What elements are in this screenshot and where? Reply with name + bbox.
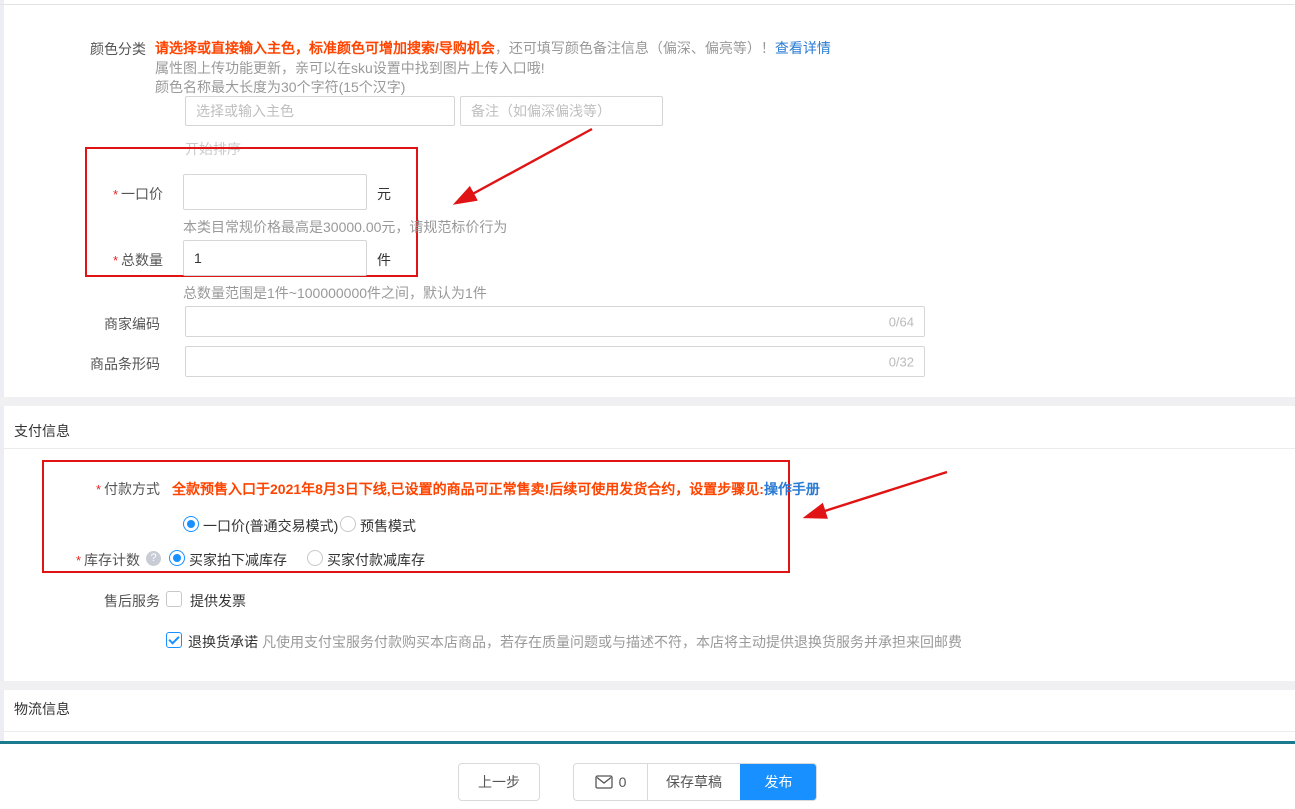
- invoice-checkbox-label[interactable]: 提供发票: [190, 591, 246, 611]
- color-class-notice: 请选择或直接输入主色，标准颜色可增加搜索/导购机会，还可填写颜色备注信息（偏深、…: [155, 38, 831, 58]
- barcode-label: 商品条形码: [40, 354, 160, 374]
- char-counter: 0/32: [889, 354, 914, 369]
- quantity-unit: 件: [377, 250, 391, 270]
- payment-section-title: 支付信息: [14, 421, 70, 441]
- draft-count: 0: [619, 774, 627, 790]
- pay-method-label: *付款方式: [55, 479, 160, 499]
- return-promise-label[interactable]: 退换货承诺: [188, 632, 258, 652]
- sort-hint-text: 开始排序: [185, 139, 241, 159]
- help-icon[interactable]: ?: [146, 551, 161, 566]
- merchant-code-label: 商家编码: [40, 314, 160, 334]
- footer-teal-divider: [0, 741, 1295, 744]
- merchant-code-field: 0/64: [185, 306, 925, 337]
- return-promise-desc: 凡使用支付宝服务付款购买本店商品，若存在质量问题或与描述不符，本店将主动提供退换…: [262, 632, 962, 652]
- after-sale-label: 售后服务: [60, 591, 160, 611]
- color-notice-highlight: 请选择或直接输入主色，标准颜色可增加搜索/导购机会: [155, 40, 495, 56]
- presale-notice: 全款预售入口于2021年8月3日下线,已设置的商品可正常售卖!后续可使用发货合约…: [172, 479, 820, 499]
- quantity-label: *总数量: [58, 250, 163, 270]
- annotation-arrow-payment: [806, 472, 947, 517]
- barcode-field: 0/32: [185, 346, 925, 377]
- product-publish-page: 颜色分类 请选择或直接输入主色，标准颜色可增加搜索/导购机会，还可填写颜色备注信…: [0, 0, 1295, 809]
- required-asterisk: *: [113, 187, 118, 202]
- radio-presale-mode-label[interactable]: 预售模式: [360, 516, 416, 536]
- merchant-code-input[interactable]: [186, 307, 924, 336]
- color-length-tip: 颜色名称最大长度为30个字符(15个汉字): [155, 77, 405, 97]
- radio-fixed-price[interactable]: [183, 516, 199, 532]
- view-details-link[interactable]: 查看详情: [775, 40, 831, 56]
- radio-stock-on-order[interactable]: [169, 550, 185, 566]
- manual-link[interactable]: 操作手册: [764, 481, 820, 497]
- price-input[interactable]: [183, 174, 367, 210]
- char-counter: 0/64: [889, 314, 914, 329]
- radio-stock-on-payment-label[interactable]: 买家付款减库存: [327, 550, 425, 570]
- quantity-help-text: 总数量范围是1件~100000000件之间，默认为1件: [183, 283, 487, 303]
- main-color-input[interactable]: [185, 96, 455, 126]
- required-asterisk: *: [76, 553, 81, 568]
- envelope-icon: [595, 775, 613, 789]
- presale-notice-text: 全款预售入口于2021年8月3日下线,已设置的商品可正常售卖!后续可使用发货合约…: [172, 481, 764, 497]
- color-notice-rest: ，还可填写颜色备注信息（偏深、偏亮等）！: [495, 40, 775, 56]
- logistics-section-title: 物流信息: [14, 699, 70, 719]
- top-divider: [0, 4, 1295, 5]
- section-divider: [0, 731, 1295, 732]
- annotation-arrow-price: [456, 129, 592, 203]
- section-gap: [0, 397, 1295, 406]
- publish-button[interactable]: 发布: [740, 764, 816, 800]
- price-unit: 元: [377, 184, 391, 204]
- invoice-checkbox[interactable]: [166, 591, 182, 607]
- quantity-input[interactable]: [183, 240, 367, 276]
- draft-count-button[interactable]: 0: [574, 764, 647, 800]
- radio-stock-on-payment[interactable]: [307, 550, 323, 566]
- save-draft-button[interactable]: 保存草稿: [647, 764, 740, 800]
- publish-button-group: 0 保存草稿 发布: [573, 763, 817, 801]
- radio-stock-on-order-label[interactable]: 买家拍下减库存: [189, 550, 287, 570]
- left-page-edge: [0, 0, 4, 741]
- color-upload-tip: 属性图上传功能更新，亲可以在sku设置中找到图片上传入口哦!: [155, 58, 545, 78]
- stock-count-label: *库存计数: [40, 550, 140, 570]
- color-remark-input[interactable]: [460, 96, 663, 126]
- price-label: *一口价: [58, 184, 163, 204]
- return-promise-checkbox[interactable]: [166, 632, 182, 648]
- barcode-input[interactable]: [186, 347, 924, 376]
- section-divider: [0, 448, 1295, 449]
- required-asterisk: *: [113, 253, 118, 268]
- color-class-label: 颜色分类: [58, 39, 146, 59]
- previous-step-button[interactable]: 上一步: [458, 763, 540, 801]
- section-gap: [0, 681, 1295, 690]
- radio-fixed-price-label[interactable]: 一口价(普通交易模式): [203, 516, 338, 536]
- required-asterisk: *: [96, 482, 101, 497]
- radio-presale-mode[interactable]: [340, 516, 356, 532]
- price-help-text: 本类目常规价格最高是30000.00元，请规范标价行为: [183, 217, 507, 237]
